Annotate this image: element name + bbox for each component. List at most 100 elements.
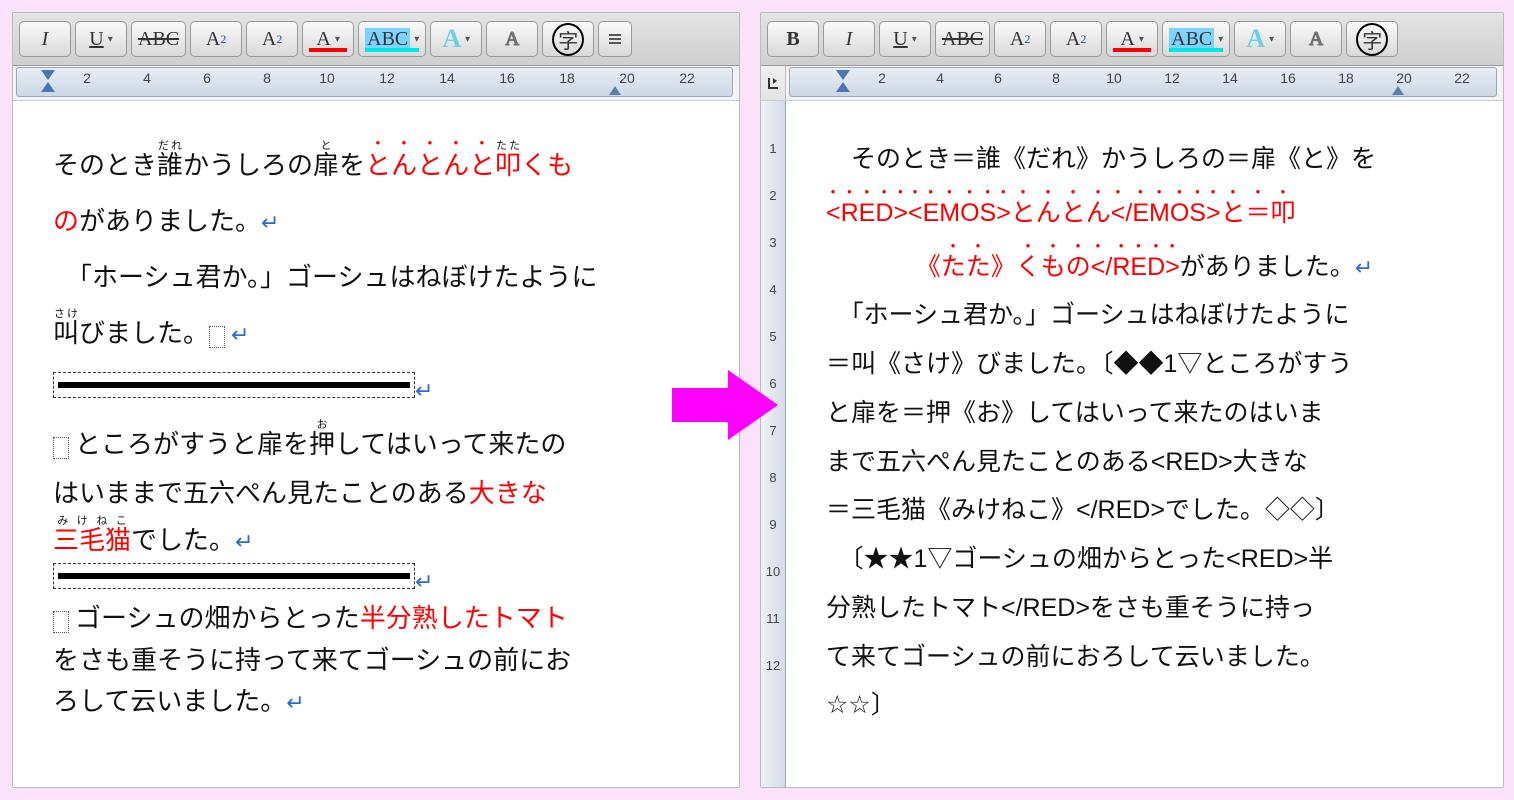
highlight-color-button[interactable]: ABC▾: [1162, 21, 1230, 57]
paragraph-mark-icon: ↵: [235, 529, 253, 554]
text-line: ゴーシュの畑からとった半分熟したトマト: [53, 598, 699, 640]
paragraph-mark-icon: ↵: [415, 378, 433, 403]
vruler-tick: 5: [769, 329, 776, 344]
vruler-tick: 8: [769, 470, 776, 485]
subscript-button[interactable]: A2: [246, 21, 298, 57]
vruler-tick: 11: [766, 611, 780, 626]
tab-type-selector[interactable]: [761, 66, 786, 100]
ruler-tick: 18: [559, 70, 575, 86]
text-line: はいままで五六ぺん見たことのある大きな: [53, 473, 699, 515]
image-frame-row: ↵: [53, 562, 699, 598]
char-shading-button[interactable]: A: [1290, 21, 1342, 57]
toolbar-left: I U▾ ABC A2 A2 A▾ ABC▾ A▾ A 字: [13, 13, 739, 66]
enclosed-char-button[interactable]: 字: [1346, 21, 1398, 57]
italic-button[interactable]: I: [823, 21, 875, 57]
paragraph-mark-icon: ↵: [1355, 255, 1373, 280]
italic-button[interactable]: I: [19, 21, 71, 57]
strikethrough-button[interactable]: ABC: [935, 21, 990, 57]
underline-button[interactable]: U▾: [75, 21, 127, 57]
toolbar-right: B I U▾ ABC A2 A2 A▾ ABC▾ A▾ A 字: [761, 13, 1503, 66]
ruler-tick: 14: [439, 70, 455, 86]
char-scaling-button[interactable]: A▾: [1234, 21, 1286, 57]
text-line: 《たた》くもの</RED>がありました。↵: [826, 238, 1463, 292]
vruler-tick: 6: [769, 376, 776, 391]
indent-marker-icon[interactable]: [41, 70, 55, 92]
text-line: 分熟したトマト</RED>をさも重そうに持っ: [826, 584, 1463, 633]
paragraph-mark-icon: ↵: [261, 210, 279, 235]
ruler-tick: 22: [1454, 70, 1470, 86]
vruler-tick: 9: [769, 517, 776, 532]
text-line: そのとき＝誰《だれ》かうしろの＝扉《と》を: [826, 135, 1463, 184]
ruler-tick: 4: [143, 70, 151, 86]
ruler-tick: 16: [499, 70, 515, 86]
highlight-color-button[interactable]: ABC▾: [358, 21, 426, 57]
text-line: ☆☆〕: [826, 681, 1463, 730]
document-area-right: 1 2 3 4 5 6 7 8 9 10 11 12 そのとき＝誰《だれ》かうし…: [761, 101, 1503, 787]
ruler-tick: 8: [1052, 70, 1060, 86]
ruler-row-right: 2 4 6 8 10 12 14 16 18 20 22: [761, 66, 1503, 101]
tab-stop-icon[interactable]: [609, 86, 621, 95]
comparison-stage: I U▾ ABC A2 A2 A▾ ABC▾ A▾ A 字 2 4 6 8: [0, 0, 1514, 800]
font-color-button[interactable]: A▾: [1106, 21, 1158, 57]
vruler-tick: 1: [769, 141, 776, 156]
document-page-left[interactable]: そのとき誰だれかうしろの扉とをとんとんと叩たたくも のがありました。↵ 「ホーシ…: [13, 101, 739, 787]
superscript-button[interactable]: A2: [190, 21, 242, 57]
char-shading-button[interactable]: A: [486, 21, 538, 57]
document-area-left: そのとき誰だれかうしろの扉とをとんとんと叩たたくも のがありました。↵ 「ホーシ…: [13, 101, 739, 787]
document-page-right[interactable]: そのとき＝誰《だれ》かうしろの＝扉《と》を <RED><EMOS>とんとん</E…: [786, 101, 1503, 787]
editor-pane-before: I U▾ ABC A2 A2 A▾ ABC▾ A▾ A 字 2 4 6 8: [12, 12, 740, 788]
char-scaling-button[interactable]: A▾: [430, 21, 482, 57]
ruler-tick: 8: [263, 70, 271, 86]
paragraph-mark-icon: ↵: [286, 690, 304, 715]
vruler-tick: 2: [769, 188, 776, 203]
text-line: 三毛猫みけねこでした。↵: [53, 515, 699, 562]
font-color-button[interactable]: A▾: [302, 21, 354, 57]
vruler-tick: 10: [766, 564, 780, 579]
superscript-button[interactable]: A2: [994, 21, 1046, 57]
image-frame-row: ↵: [53, 362, 699, 418]
ruler-tick: 12: [379, 70, 395, 86]
text-line: ＝叫《さけ》びました。〔◆◆1▽ところがすう: [826, 340, 1463, 389]
horizontal-ruler-left[interactable]: 2 4 6 8 10 12 14 16 18 20 22: [16, 67, 733, 97]
text-line: と扉を＝押《お》してはいって来たのはいま: [826, 389, 1463, 438]
ruler-row-left: 2 4 6 8 10 12 14 16 18 20 22: [13, 66, 739, 101]
ruler-tick: 20: [619, 70, 635, 86]
text-line: 〔★★1▽ゴーシュの畑からとった<RED>半: [826, 535, 1463, 584]
toolbar-overflow[interactable]: [598, 21, 632, 57]
text-line: ところがすうと扉を押おしてはいって来たの: [53, 417, 699, 473]
vruler-tick: 4: [769, 282, 776, 297]
ruler-tick: 2: [878, 70, 886, 86]
ruler-tick: 6: [203, 70, 211, 86]
ruler-tick: 20: [1396, 70, 1412, 86]
vruler-tick: 7: [769, 423, 776, 438]
indent-marker-icon[interactable]: [836, 70, 850, 92]
ruler-tick: 22: [679, 70, 695, 86]
strikethrough-button[interactable]: ABC: [131, 21, 186, 57]
ruler-tick: 2: [83, 70, 91, 86]
subscript-button[interactable]: A2: [1050, 21, 1102, 57]
horizontal-ruler-right[interactable]: 2 4 6 8 10 12 14 16 18 20 22: [789, 67, 1497, 97]
paragraph-mark-icon: ↵: [415, 569, 433, 594]
ruler-tick: 10: [1106, 70, 1122, 86]
text-line: 「ホーシュ君か。」ゴーシュはねぼけたように: [53, 250, 699, 306]
ruler-tick: 14: [1222, 70, 1238, 86]
object-anchor-icon: [209, 326, 225, 348]
enclosed-char-button[interactable]: 字: [542, 21, 594, 57]
text-line: <RED><EMOS>とんとん</EMOS>と＝叩: [826, 184, 1463, 238]
text-line: 叫さけびました。↵: [53, 306, 699, 362]
vertical-ruler-right[interactable]: 1 2 3 4 5 6 7 8 9 10 11 12: [761, 101, 786, 787]
ruler-tick: 4: [936, 70, 944, 86]
text-line: ＝三毛猫《みけねこ》</RED>でした。◇◇〕: [826, 486, 1463, 535]
object-anchor-icon: [53, 437, 69, 459]
text-line: そのとき誰だれかうしろの扉とをとんとんと叩たたくも: [53, 135, 699, 194]
ruler-tick: 16: [1280, 70, 1296, 86]
menu-icon: [608, 32, 622, 46]
bold-button[interactable]: B: [767, 21, 819, 57]
text-line: をさも重そうに持って来てゴーシュの前にお: [53, 640, 699, 682]
image-frame[interactable]: [53, 372, 415, 398]
image-frame[interactable]: [53, 563, 415, 589]
tab-stop-icon[interactable]: [1392, 86, 1404, 95]
editor-pane-after: B I U▾ ABC A2 A2 A▾ ABC▾ A▾ A 字 2 4 6 8 …: [760, 12, 1504, 788]
ruler-tick: 6: [994, 70, 1002, 86]
underline-button[interactable]: U▾: [879, 21, 931, 57]
